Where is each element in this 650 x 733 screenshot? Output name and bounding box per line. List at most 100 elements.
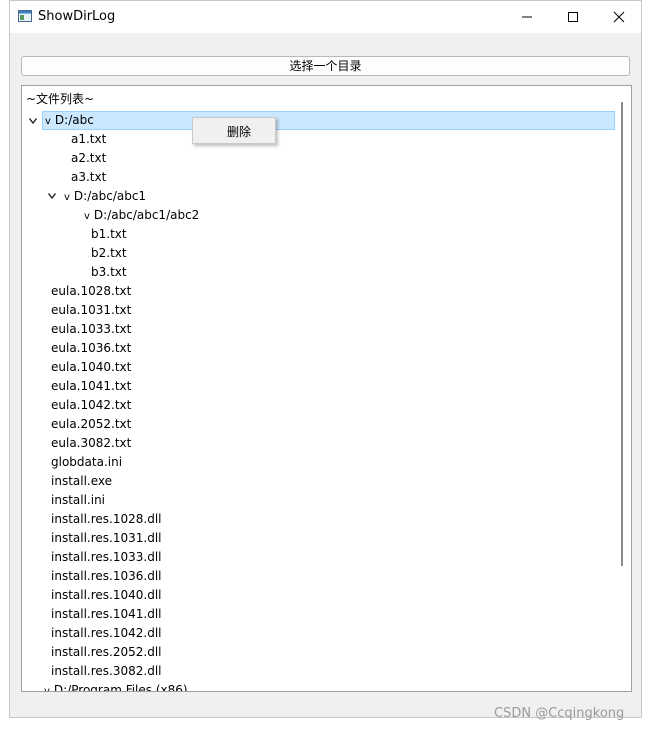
close-button[interactable] — [596, 1, 642, 33]
tree-row-text: D:/abc/abc1 — [73, 189, 147, 203]
tree-row-label: a3.txt — [71, 168, 106, 187]
context-menu-delete[interactable]: 删除 — [227, 123, 251, 140]
tree-row-text: install.res.2052.dll — [51, 645, 162, 659]
tree-row-text: install.res.1033.dll — [51, 550, 162, 564]
tree-row-file[interactable]: b2.txt — [22, 244, 612, 263]
tree-row-file[interactable]: a2.txt — [22, 149, 612, 168]
tree-row-text: eula.3082.txt — [51, 436, 132, 450]
tree-row-file[interactable]: install.res.1028.dll — [22, 510, 612, 529]
tree-row-text: b2.txt — [91, 246, 127, 260]
tree-row-file[interactable]: globdata.ini — [22, 453, 612, 472]
tree-row-text: eula.1042.txt — [51, 398, 132, 412]
tree-row-label: eula.1033.txt — [51, 320, 131, 339]
expander-chevron-down-icon[interactable] — [29, 118, 37, 124]
tree-row-label: v D:/abc/abc1 — [64, 187, 146, 207]
tree-row-directory[interactable]: v D:/abc — [29, 111, 615, 130]
tree-row-text: D:/Program Files (x86) — [53, 683, 188, 692]
tree-row-file[interactable]: eula.1028.txt — [22, 282, 612, 301]
tree-row-text: install.res.1040.dll — [51, 588, 162, 602]
tree-row-directory[interactable]: v D:/abc/abc1/abc2 — [22, 206, 612, 225]
tree-row-label: install.res.1033.dll — [51, 548, 162, 567]
tree-row-label: install.res.1036.dll — [51, 567, 162, 586]
tree-row-file[interactable]: eula.1042.txt — [22, 396, 612, 415]
tree-row-file[interactable]: install.res.1042.dll — [22, 624, 612, 643]
close-icon — [613, 11, 625, 23]
title-bar[interactable]: ShowDirLog — [10, 1, 641, 33]
maximize-button[interactable] — [550, 1, 596, 33]
tree-row-file[interactable]: install.res.1031.dll — [22, 529, 612, 548]
tree-row-file[interactable]: install.res.1033.dll — [22, 548, 612, 567]
tree-row-label: install.res.1028.dll — [51, 510, 162, 529]
toolbar-area — [10, 33, 641, 45]
tree-row-text: eula.2052.txt — [51, 417, 132, 431]
tree-row-text: eula.1033.txt — [51, 322, 132, 336]
app-window: ShowDirLog 选择一个目录 ~文件列表~ v D:/abc a1.txt a2… — [9, 0, 642, 718]
tree-row-text: a2.txt — [71, 151, 107, 165]
tree-row-directory[interactable]: v D:/Program Files (x86) — [22, 681, 612, 692]
tree-row-label: eula.1031.txt — [51, 301, 131, 320]
tree-row-file[interactable]: eula.1041.txt — [22, 377, 612, 396]
tree-row-text: b3.txt — [91, 265, 127, 279]
folder-mark-icon: v — [45, 116, 51, 127]
tree-row-directory[interactable]: v D:/abc/abc1 — [22, 187, 612, 206]
file-tree[interactable]: ~文件列表~ v D:/abc a1.txt a2.txt a3.txt v D:/abc/… — [21, 85, 632, 692]
tree-row-file[interactable]: install.exe — [22, 472, 612, 491]
tree-row-label: install.res.1040.dll — [51, 586, 162, 605]
tree-row-label: b1.txt — [91, 225, 127, 244]
tree-row-label: eula.2052.txt — [51, 415, 131, 434]
tree-row-label: install.ini — [51, 491, 105, 510]
tree-row-label: install.res.3082.dll — [51, 662, 162, 681]
tree-row-text: install.res.1041.dll — [51, 607, 162, 621]
tree-row-file[interactable]: eula.3082.txt — [22, 434, 612, 453]
tree-row-file[interactable]: install.res.1036.dll — [22, 567, 612, 586]
tree-row-file[interactable]: eula.1033.txt — [22, 320, 612, 339]
tree-row-file[interactable]: install.ini — [22, 491, 612, 510]
tree-row-label: eula.1028.txt — [51, 282, 131, 301]
tree-row-text: D:/abc/abc1/abc2 — [93, 208, 200, 222]
tree-row-text: install.res.3082.dll — [51, 664, 162, 678]
tree-row-file[interactable]: eula.1040.txt — [22, 358, 612, 377]
tree-row-text: install.exe — [51, 474, 113, 488]
tree-row-file[interactable]: eula.1036.txt — [22, 339, 612, 358]
select-directory-button[interactable]: 选择一个目录 — [21, 56, 630, 76]
tree-row-label: install.res.1041.dll — [51, 605, 162, 624]
tree-row-file[interactable]: eula.2052.txt — [22, 415, 612, 434]
window-title: ShowDirLog — [38, 9, 116, 24]
tree-row-file[interactable]: a1.txt — [22, 130, 612, 149]
tree-row-text: globdata.ini — [51, 455, 123, 469]
tree-row-text: b1.txt — [91, 227, 127, 241]
vertical-scrollbar[interactable] — [621, 102, 623, 566]
tree-row-file[interactable]: install.res.2052.dll — [22, 643, 612, 662]
background-editor-strip — [0, 0, 9, 733]
tree-row-text: eula.1036.txt — [51, 341, 132, 355]
tree-row-text: eula.1040.txt — [51, 360, 132, 374]
tree-row-text: D:/abc — [54, 113, 94, 127]
tree-row-label: globdata.ini — [51, 453, 122, 472]
maximize-icon — [568, 12, 578, 22]
context-menu: 删除 — [192, 117, 276, 144]
tree-row-label: eula.3082.txt — [51, 434, 131, 453]
tree-row-file[interactable]: install.res.1041.dll — [22, 605, 612, 624]
tree-row-label: eula.1036.txt — [51, 339, 131, 358]
tree-row-text: eula.1028.txt — [51, 284, 132, 298]
tree-row-label: v D:/Program Files (x86) — [44, 681, 188, 692]
tree-row-file[interactable]: a3.txt — [22, 168, 612, 187]
tree-row-file[interactable]: install.res.3082.dll — [22, 662, 612, 681]
tree-row-label: v D:/abc/abc1/abc2 — [84, 206, 199, 226]
tree-row-label: b3.txt — [91, 263, 127, 282]
tree-row-text: a3.txt — [71, 170, 107, 184]
folder-mark-icon: v — [64, 192, 70, 203]
expander-chevron-down-icon[interactable] — [48, 193, 56, 199]
tree-row-label: install.exe — [51, 472, 112, 491]
tree-header: ~文件列表~ — [26, 92, 95, 106]
tree-row-file[interactable]: b3.txt — [22, 263, 612, 282]
folder-mark-icon: v — [84, 211, 90, 222]
tree-row-file[interactable]: eula.1031.txt — [22, 301, 612, 320]
minimize-button[interactable] — [504, 1, 550, 33]
tree-row-label: b2.txt — [91, 244, 127, 263]
tree-row-file[interactable]: b1.txt — [22, 225, 612, 244]
tree-row-label: eula.1042.txt — [51, 396, 131, 415]
tree-row-text: eula.1041.txt — [51, 379, 132, 393]
tree-row-file[interactable]: install.res.1040.dll — [22, 586, 612, 605]
app-icon — [18, 10, 32, 22]
